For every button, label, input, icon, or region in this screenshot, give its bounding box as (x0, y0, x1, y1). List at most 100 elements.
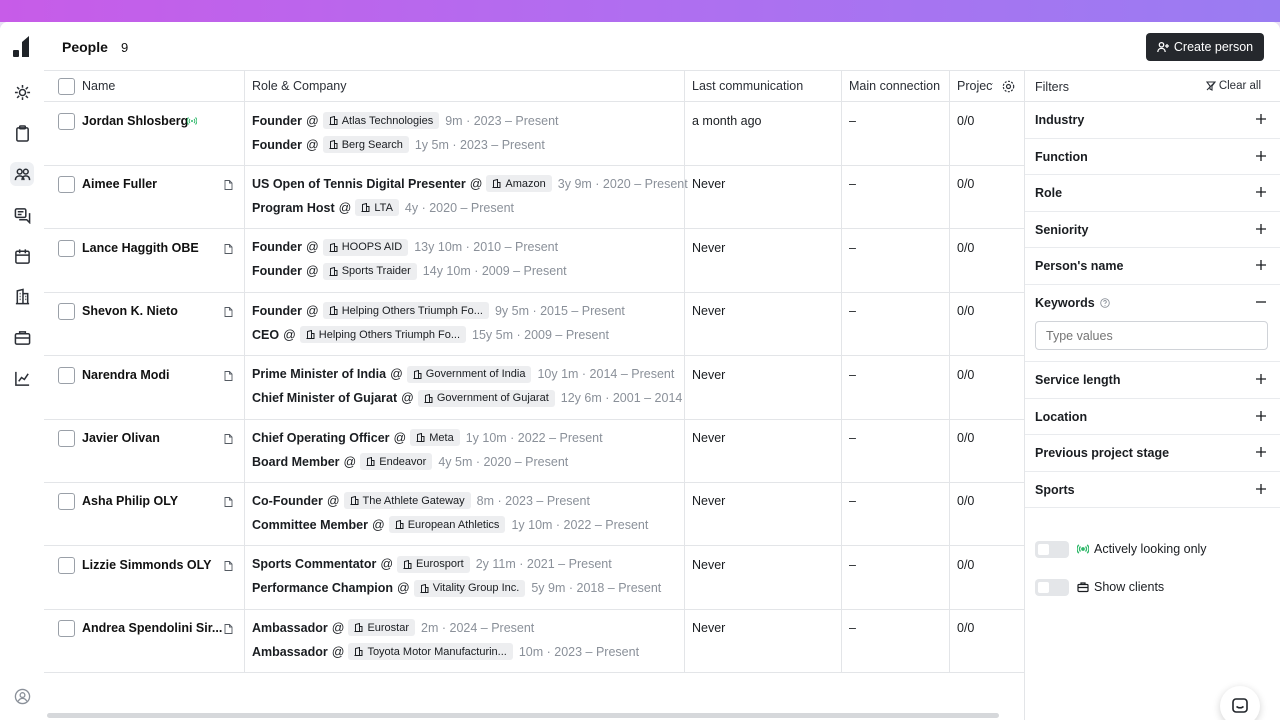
document-icon[interactable] (224, 370, 233, 381)
row-checkbox[interactable] (58, 493, 75, 511)
document-icon[interactable] (224, 180, 233, 191)
nav-calendar-icon[interactable] (10, 244, 34, 268)
horizontal-scrollbar[interactable] (47, 713, 999, 718)
expand-plus-icon[interactable] (1255, 223, 1267, 235)
column-name[interactable]: Name (44, 71, 244, 102)
person-name[interactable]: Lizzie Simmonds OLY (82, 558, 211, 572)
company-chip[interactable]: Government of India (406, 365, 532, 383)
filter-section-sports[interactable]: Sports (1025, 472, 1280, 508)
projects-value: 0/0 (957, 621, 975, 636)
nav-company-icon[interactable] (10, 284, 34, 308)
expand-plus-icon[interactable] (1255, 373, 1267, 385)
table-row[interactable]: Asha Philip OLY Co-Founder @ The Athlete Ga… (44, 482, 1024, 547)
table-row[interactable]: Javier Olivan Chief Operating Officer @ Met… (44, 419, 1024, 483)
person-name[interactable]: Aimee Fuller (82, 177, 157, 191)
app-logo[interactable] (13, 36, 31, 58)
clear-all-button[interactable]: Clear all (1205, 80, 1261, 92)
expand-plus-icon[interactable] (1255, 113, 1267, 125)
row-checkbox[interactable] (58, 113, 75, 130)
column-settings-icon[interactable] (1002, 80, 1015, 93)
person-name[interactable]: Narendra Modi (82, 368, 170, 382)
expand-plus-icon[interactable] (1255, 259, 1267, 271)
document-icon[interactable] (224, 560, 233, 571)
nav-people-icon[interactable] (10, 162, 34, 186)
row-checkbox[interactable] (58, 620, 75, 638)
document-icon[interactable] (224, 434, 233, 444)
company-chip[interactable]: HOOPS AID (322, 238, 409, 256)
person-name[interactable]: Javier Olivan (82, 431, 160, 445)
company-chip[interactable]: Toyota Motor Manufacturin... (348, 643, 513, 661)
company-chip[interactable]: Eurosport (397, 555, 470, 573)
company-chip[interactable]: Helping Others Triumph Fo... (322, 302, 489, 320)
table-row[interactable]: Jordan Shlosberg Founder @ Atlas Technologi… (44, 102, 1024, 166)
table-row[interactable]: Aimee Fuller US Open of Tennis Digital Pr… (44, 165, 1024, 230)
actively-looking-toggle[interactable] (1035, 541, 1069, 558)
filter-section-location[interactable]: Location (1025, 399, 1280, 435)
table-row[interactable]: Lizzie Simmonds OLY Sports Commentator @ Eu… (44, 545, 1024, 610)
row-checkbox[interactable] (58, 176, 75, 194)
table-row[interactable]: Lance Haggith OBE Founder @ HOOPS AID 13y 10… (44, 228, 1024, 293)
nav-analytics-icon[interactable] (10, 366, 34, 390)
table-row[interactable]: Shevon K. Nieto Founder @ Helping Others Tr… (44, 292, 1024, 357)
company-chip[interactable]: Eurostar (348, 619, 416, 637)
table-row[interactable]: Andrea Spendolini Sir... Ambassador @ Euros… (44, 609, 1024, 674)
expand-plus-icon[interactable] (1255, 446, 1267, 458)
person-name[interactable]: Andrea Spendolini Sir... (82, 621, 222, 635)
row-checkbox[interactable] (58, 366, 75, 384)
document-icon[interactable] (224, 624, 233, 635)
help-icon[interactable] (1099, 298, 1110, 308)
company-chip[interactable]: Sports Traider (322, 262, 417, 280)
table-row[interactable]: Narendra Modi Prime Minister of India @ Gov… (44, 355, 1024, 420)
company-chip[interactable]: European Athletics (388, 516, 506, 534)
nav-clipboard-icon[interactable] (10, 121, 34, 145)
document-icon[interactable] (224, 243, 233, 254)
nav-account-icon[interactable] (10, 684, 34, 708)
nav-brain-icon[interactable] (10, 80, 34, 104)
expand-plus-icon[interactable] (1255, 483, 1267, 495)
chat-launcher-button[interactable] (1220, 686, 1260, 720)
filter-section-industry[interactable]: Industry (1025, 102, 1280, 139)
filter-section-service-length[interactable]: Service length (1025, 362, 1280, 399)
expand-plus-icon[interactable] (1255, 410, 1267, 422)
column-projects[interactable]: Projects (949, 71, 993, 102)
role-duration: 15y 5m · 2009 – Present (472, 327, 609, 342)
company-icon (424, 393, 433, 403)
expand-plus-icon[interactable] (1255, 186, 1267, 198)
column-main-connection[interactable]: Main connection (841, 71, 949, 102)
company-chip[interactable]: Amazon (486, 175, 552, 193)
expand-plus-icon[interactable] (1255, 150, 1267, 162)
document-icon[interactable] (224, 307, 233, 318)
person-name[interactable]: Asha Philip OLY (82, 494, 178, 508)
person-name[interactable]: Lance Haggith OBE (82, 241, 199, 255)
filter-section-role[interactable]: Role (1025, 175, 1280, 212)
column-role-company[interactable]: Role & Company (244, 71, 684, 102)
company-chip[interactable]: Atlas Technologies (322, 112, 440, 129)
keywords-input[interactable] (1035, 321, 1268, 350)
company-chip[interactable]: Government of Gujarat (417, 389, 555, 407)
company-chip[interactable]: Vitality Group Inc. (413, 579, 526, 597)
show-clients-toggle[interactable] (1035, 579, 1069, 596)
company-chip[interactable]: The Athlete Gateway (343, 492, 471, 510)
collapse-icon[interactable] (1255, 296, 1267, 308)
company-chip[interactable]: Helping Others Triumph Fo... (299, 326, 467, 344)
company-icon (329, 116, 338, 125)
row-checkbox[interactable] (58, 239, 75, 257)
row-checkbox[interactable] (58, 556, 75, 574)
filter-section-seniority[interactable]: Seniority (1025, 212, 1280, 248)
company-chip[interactable]: Berg Search (322, 136, 409, 153)
company-chip[interactable]: LTA (355, 199, 399, 217)
filter-section-function[interactable]: Function (1025, 139, 1280, 175)
company-chip[interactable]: Meta (410, 429, 460, 446)
nav-briefcase-icon[interactable] (10, 325, 34, 349)
filter-section-previous-project-stage[interactable]: Previous project stage (1025, 435, 1280, 472)
company-chip[interactable]: Endeavor (360, 453, 433, 470)
column-last-communication[interactable]: Last communication (684, 71, 841, 102)
row-checkbox[interactable] (58, 430, 75, 447)
person-name[interactable]: Shevon K. Nieto (82, 304, 178, 318)
create-person-button[interactable]: Create person (1146, 33, 1264, 61)
row-checkbox[interactable] (58, 303, 75, 321)
document-icon[interactable] (224, 497, 233, 508)
nav-messages-icon[interactable] (10, 203, 34, 227)
person-name[interactable]: Jordan Shlosberg (82, 114, 188, 128)
filter-section-person-s-name[interactable]: Person's name (1025, 248, 1280, 285)
